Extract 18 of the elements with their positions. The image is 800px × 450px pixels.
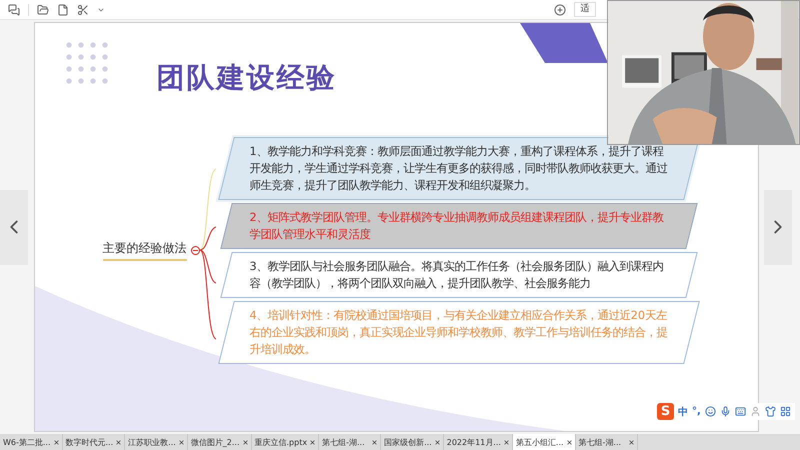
document-tab[interactable]: 数字时代元... xyxy=(62,434,126,450)
punctuation-toggle[interactable]: °, xyxy=(692,406,701,417)
document-tab[interactable]: 第七组-湖... xyxy=(576,434,638,450)
document-tab[interactable]: 第五小组汇... xyxy=(512,434,576,450)
fit-button[interactable]: 适 xyxy=(574,2,596,17)
input-mode-toggle[interactable]: 中 xyxy=(678,404,688,418)
ime-logo[interactable]: S xyxy=(657,403,674,420)
slide-title: 团队建设经验 xyxy=(156,61,336,95)
document-tab[interactable]: 江苏职业教... xyxy=(125,434,188,450)
document-tab[interactable]: W6-第二批... xyxy=(0,434,63,450)
document-tab[interactable]: 第七组-湖... xyxy=(319,434,382,450)
main-topic: 主要的经验做法 xyxy=(102,240,186,260)
topic-node: 1、教学能力和学科竞赛：教师层面通过教学能力大赛，重构了课程体系，提升了课程开发能力，学生通过学科竞赛，让学生有更多的获得感，同时带队教师收获更大。通过师生竞赛，提升了团队教学能力、课程开发和组织凝聚力。 xyxy=(216,136,702,200)
document-tab[interactable]: 2022年11月... xyxy=(444,434,513,450)
topic-node: 2、矩阵式教学团队管理。专业群横跨专业抽调教师成员组建课程团队，提升专业群教学团队管理水平和灵活度 xyxy=(216,202,702,248)
document-tab[interactable]: 重庆立信.pptx xyxy=(252,434,320,450)
topic-node: 4、培训针对性：有院校通过国培项目，与有关企业建立相应合作关系，通过近20天左右的企业实践和顶岗，真正实现企业导师和学校教师、教学工作与培训任务的结合，提升培训成效。 xyxy=(216,300,702,364)
topic-node: 3、教学团队与社会服务团队融合。将真实的工作任务（社会服务团队）融入到课程内容（教学团队），将两个团队双向融入，提升团队教学、社会服务能力 xyxy=(216,252,702,298)
